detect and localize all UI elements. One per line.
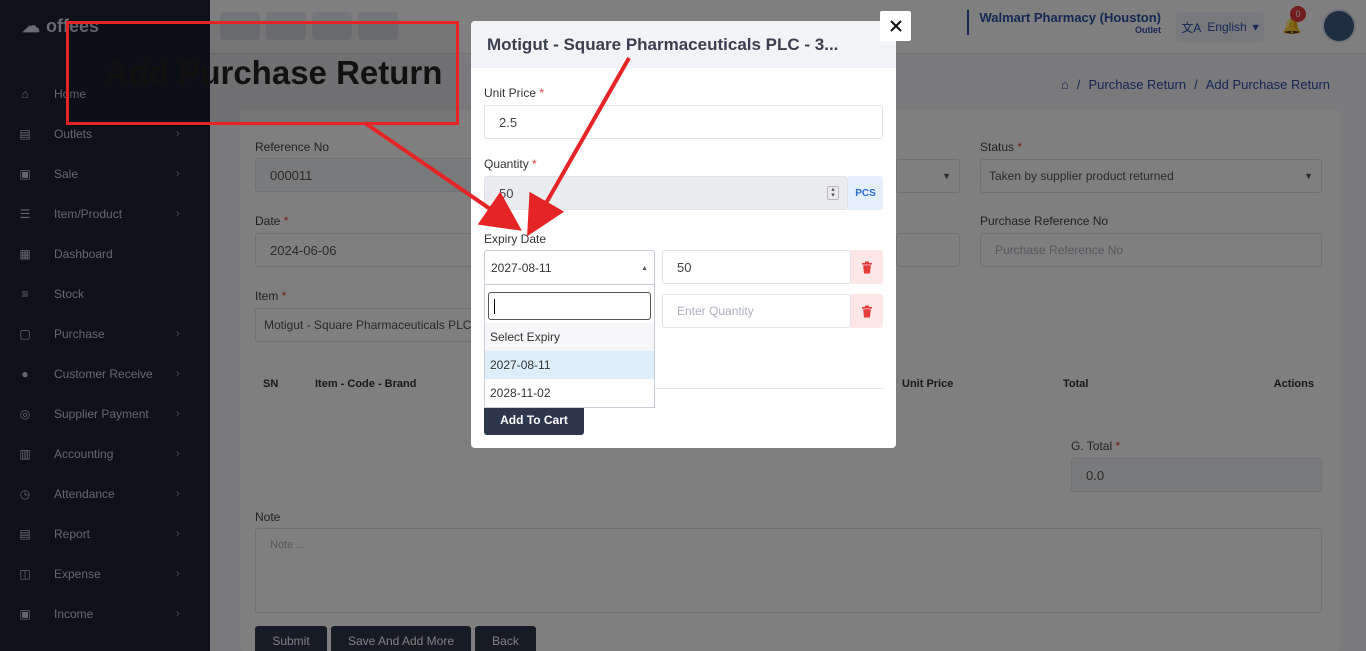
unit-price-label: Unit Price * (484, 86, 545, 100)
dropdown-search-input[interactable] (488, 292, 651, 320)
quantity-stepper[interactable]: 50 ▴ ▾ (484, 176, 848, 210)
dropdown-option-selected[interactable]: 2027-08-11 (485, 351, 654, 379)
close-icon[interactable] (880, 11, 911, 41)
expiry-qty-input-1[interactable]: 50 (662, 250, 851, 284)
dropdown-option[interactable]: 2028-11-02 (485, 379, 654, 407)
caret-up-icon: ▲ (641, 265, 648, 272)
add-to-cart-button[interactable]: Add To Cart (484, 404, 584, 435)
add-item-modal: Motigut - Square Pharmaceuticals PLC - 3… (471, 21, 896, 448)
expiry-dropdown: Select Expiry 2027-08-11 2028-11-02 (484, 284, 655, 408)
trash-icon[interactable] (851, 294, 883, 328)
annotation-callout: Add Purchase Return (66, 21, 459, 125)
trash-icon[interactable] (851, 250, 883, 284)
modal-title: Motigut - Square Pharmaceuticals PLC - 3… (471, 21, 896, 68)
quantity-label: Quantity * (484, 157, 537, 171)
unit-price-input[interactable]: 2.5 (484, 105, 883, 139)
expiry-qty-input-2[interactable]: Enter Quantity (662, 294, 851, 328)
unit-badge: PCS (848, 176, 883, 210)
spinner-icon[interactable]: ▴ ▾ (827, 186, 839, 200)
expiry-date-label: Expiry Date (484, 232, 547, 246)
dropdown-option[interactable]: Select Expiry (485, 323, 654, 351)
expiry-select[interactable]: 2027-08-11 ▲ (484, 250, 655, 284)
